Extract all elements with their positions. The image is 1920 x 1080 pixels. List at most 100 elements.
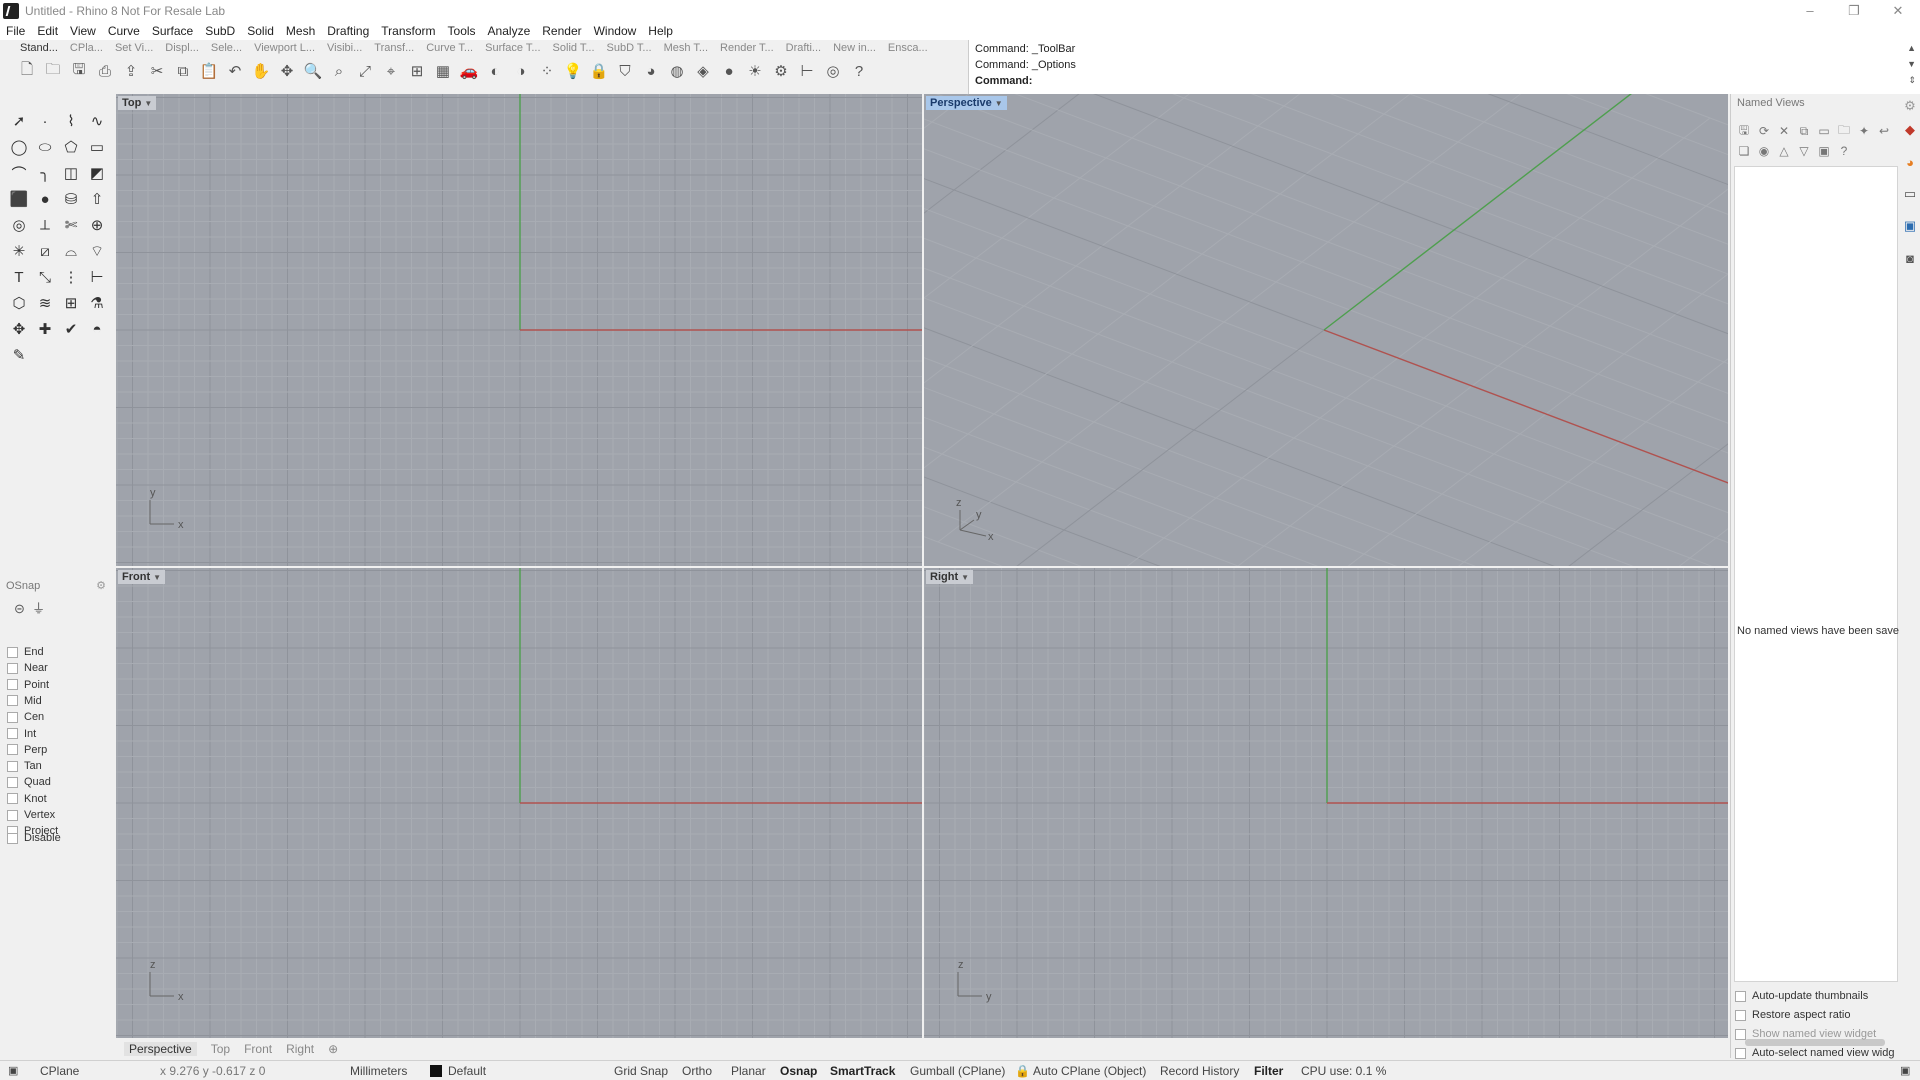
gear-icon[interactable]: ⚙ xyxy=(1902,98,1918,114)
import-icon[interactable]: ⇪ xyxy=(120,60,142,82)
option-auto-select[interactable]: Auto-select named view widg xyxy=(1735,1047,1894,1059)
duplicate-icon[interactable]: ❏ xyxy=(1735,142,1753,160)
osnap-mid[interactable]: Mid xyxy=(7,695,42,707)
viewport-perspective[interactable]: z yx Perspective ▼ xyxy=(924,94,1728,566)
pan-icon[interactable]: ✋ xyxy=(250,60,272,82)
menu-transform[interactable]: Transform xyxy=(381,24,435,38)
viewport-label-perspective[interactable]: Perspective ▼ xyxy=(926,96,1007,110)
toolbar-tab[interactable]: Drafti... xyxy=(786,42,821,58)
toolbar-tab[interactable]: Viewport L... xyxy=(254,42,315,58)
option-restore-aspect[interactable]: Restore aspect ratio xyxy=(1735,1009,1850,1021)
checkbox[interactable] xyxy=(7,776,18,788)
osnap-knot[interactable]: Knot xyxy=(7,793,47,805)
globe-icon[interactable]: ◎ xyxy=(822,60,844,82)
rhino-app-icon[interactable] xyxy=(3,3,19,19)
show-icon[interactable]: ◑ xyxy=(510,60,532,82)
split-icon[interactable]: ⟂ xyxy=(32,212,58,238)
points-icon[interactable]: ⁘ xyxy=(536,60,558,82)
toolbar-tab[interactable]: SubD T... xyxy=(607,42,652,58)
explode-icon[interactable]: ✳ xyxy=(6,238,32,264)
ellipse-icon[interactable]: ⬭ xyxy=(32,134,58,160)
toolbar-tab[interactable]: Visibi... xyxy=(327,42,362,58)
camera-icon[interactable]: ◙ xyxy=(1902,250,1918,266)
menu-curve[interactable]: Curve xyxy=(108,24,140,38)
smarttrack-toggle[interactable]: SmartTrack xyxy=(830,1064,895,1078)
scroll-down-icon[interactable]: ▼ xyxy=(1907,59,1916,69)
chevron-down-icon[interactable]: ▼ xyxy=(961,573,969,582)
zoom-window-icon[interactable]: ⌕ xyxy=(328,60,350,82)
scale-icon[interactable]: ⤡ xyxy=(32,264,58,290)
material-icon[interactable]: ◈ xyxy=(692,60,714,82)
viewport-top[interactable]: y x Top ▼ xyxy=(116,94,922,566)
array-icon[interactable]: ⋮ xyxy=(58,264,84,290)
checkbox[interactable] xyxy=(7,744,18,756)
units[interactable]: Millimeters xyxy=(350,1064,407,1078)
text-icon[interactable]: T xyxy=(6,264,32,290)
pencil-icon[interactable]: ✎ xyxy=(6,342,32,368)
properties-icon[interactable]: ◆ xyxy=(1902,122,1918,138)
osnap-disable[interactable]: Disable xyxy=(7,832,61,844)
toolbar-tab[interactable]: CPla... xyxy=(70,42,103,58)
chevron-down-icon[interactable]: ▼ xyxy=(153,573,161,582)
move-icon[interactable]: ✚ xyxy=(32,316,58,342)
save-view-icon[interactable]: 🖫 xyxy=(1735,122,1753,140)
osnap-perp[interactable]: Perp xyxy=(7,744,47,756)
chamfer-icon[interactable]: ⌔ xyxy=(84,238,110,264)
undo-icon[interactable]: ↶ xyxy=(224,60,246,82)
checkbox[interactable] xyxy=(7,711,18,723)
current-layer[interactable]: Default xyxy=(430,1064,486,1078)
command-spinner-icon[interactable]: ⇕ xyxy=(1908,75,1916,86)
minimize-icon[interactable]: – xyxy=(1788,0,1832,22)
planar-toggle[interactable]: Planar xyxy=(731,1064,766,1078)
grid-array-icon[interactable]: ⊞ xyxy=(58,290,84,316)
help-icon[interactable]: ? xyxy=(1835,142,1853,160)
viewport-label-right[interactable]: Right ▼ xyxy=(926,570,974,584)
checkbox[interactable] xyxy=(1735,1009,1746,1021)
polyline-icon[interactable]: ⌇ xyxy=(58,108,84,134)
checkbox[interactable] xyxy=(1735,1047,1746,1059)
cylinder-icon[interactable]: ⛁ xyxy=(58,186,84,212)
osnap-toggle[interactable]: Osnap xyxy=(780,1064,817,1078)
panel-toggle-icon[interactable]: ▣ xyxy=(1900,1064,1910,1077)
horizontal-scrollbar[interactable] xyxy=(1745,1039,1885,1046)
help-icon[interactable]: ? xyxy=(848,60,870,82)
select-arrow-icon[interactable]: ➚ xyxy=(6,108,32,134)
trim-icon[interactable]: ✄ xyxy=(58,212,84,238)
menu-file[interactable]: File xyxy=(6,24,25,38)
boolean-icon[interactable]: ◎ xyxy=(6,212,32,238)
copy-view-icon[interactable]: ⧉ xyxy=(1795,122,1813,140)
point-icon[interactable]: · xyxy=(32,108,58,134)
save-icon[interactable]: 🖫 xyxy=(68,60,90,82)
zoom-selected-icon[interactable]: ⌖ xyxy=(380,60,402,82)
layout-icon[interactable]: ▣ xyxy=(8,1064,18,1077)
toolbar-tab[interactable]: Solid T... xyxy=(553,42,595,58)
gear-icon[interactable]: ⚙ xyxy=(96,579,106,592)
color-wheel-icon[interactable]: ◕ xyxy=(640,60,662,82)
chevron-down-icon[interactable]: ▼ xyxy=(995,99,1003,108)
tab-right[interactable]: Right xyxy=(286,1042,314,1056)
offset-icon[interactable]: ⧄ xyxy=(32,238,58,264)
auto-cplane-toggle[interactable]: Auto CPlane (Object) xyxy=(1033,1064,1146,1078)
option-show-widget[interactable]: Show named view widget xyxy=(1735,1028,1876,1040)
visibility-icon[interactable]: ◉ xyxy=(1755,142,1773,160)
chevron-down-icon[interactable]: ▼ xyxy=(144,99,152,108)
close-icon[interactable]: ✕ xyxy=(1876,0,1920,22)
checkbox[interactable] xyxy=(1735,990,1746,1002)
option-auto-update[interactable]: Auto-update thumbnails xyxy=(1735,990,1868,1002)
checkbox[interactable] xyxy=(7,662,18,674)
record-history-toggle[interactable]: Record History xyxy=(1160,1064,1239,1078)
restore-icon[interactable]: ❐ xyxy=(1832,0,1876,22)
toolbar-tab[interactable]: Stand... xyxy=(20,42,58,58)
join-icon[interactable]: ⊕ xyxy=(84,212,110,238)
sphere-render-icon[interactable]: ◓ xyxy=(84,316,110,342)
checkbox[interactable] xyxy=(7,760,18,772)
dimension-icon[interactable]: ⊢ xyxy=(84,264,110,290)
osnap-tan[interactable]: Tan xyxy=(7,760,42,772)
checkbox[interactable] xyxy=(1735,1028,1746,1040)
ortho-toggle[interactable]: Ortho xyxy=(682,1064,712,1078)
cplane-label[interactable]: CPlane xyxy=(40,1064,79,1078)
menu-analyze[interactable]: Analyze xyxy=(488,24,531,38)
filter-toggle[interactable]: Filter xyxy=(1254,1064,1283,1078)
undo-view-icon[interactable]: ↩ xyxy=(1875,122,1893,140)
dimension-icon[interactable]: ⊢ xyxy=(796,60,818,82)
